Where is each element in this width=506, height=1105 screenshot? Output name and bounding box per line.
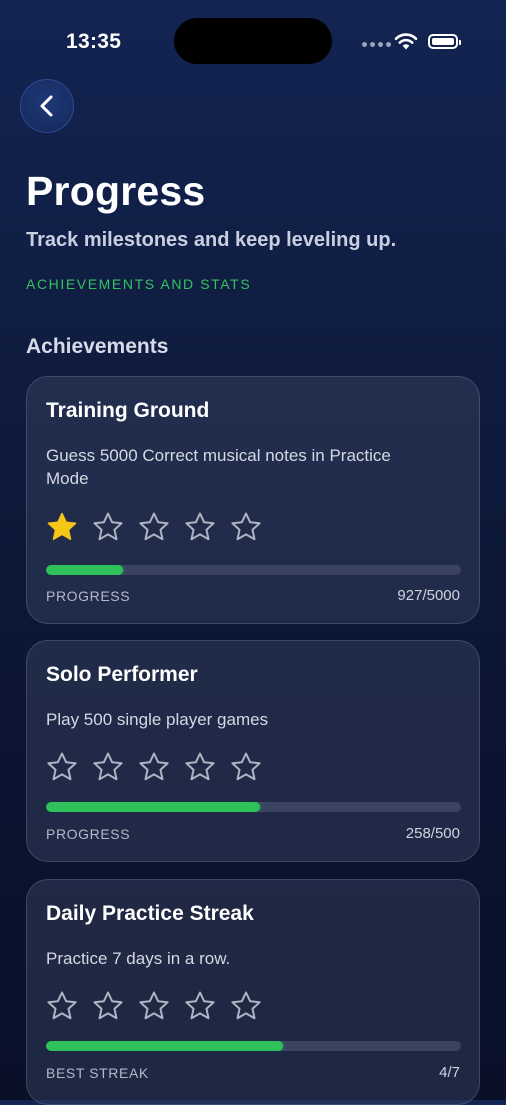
cellular-signal-icon xyxy=(362,42,391,47)
progress-label: BEST STREAK xyxy=(46,1065,149,1081)
status-time: 13:35 xyxy=(66,30,122,53)
progress-label: PROGRESS xyxy=(46,588,131,604)
achievement-title: Training Ground xyxy=(46,399,210,422)
progress-label: PROGRESS xyxy=(46,826,131,842)
star-outline-icon xyxy=(139,991,169,1020)
star-rating xyxy=(46,751,262,783)
achievement-description: Play 500 single player games xyxy=(46,710,269,729)
star-outline-icon xyxy=(231,991,261,1020)
achievements-heading: Achievements xyxy=(26,335,169,358)
progress-bar xyxy=(46,565,461,575)
star-outline-icon xyxy=(93,512,123,541)
star-filled-icon xyxy=(47,512,77,540)
star-rating xyxy=(46,511,262,543)
achievement-description: Guess 5000 Correct musical notes in Prac… xyxy=(46,446,391,488)
achievement-title: Daily Practice Streak xyxy=(46,902,254,925)
page-subtitle: Track milestones and keep leveling up. xyxy=(26,229,397,251)
achievement-card-daily-practice-streak[interactable]: Daily Practice Streak Practice 7 days in… xyxy=(26,879,480,1105)
achievement-card-solo-performer[interactable]: Solo Performer Play 500 single player ga… xyxy=(26,640,480,862)
star-outline-icon xyxy=(47,991,77,1020)
star-outline-icon xyxy=(185,752,215,781)
progress-value: 927/5000 xyxy=(397,587,460,604)
progress-bar xyxy=(46,802,461,812)
page-title: Progress xyxy=(26,168,206,214)
dynamic-island xyxy=(174,18,332,64)
star-rating xyxy=(46,990,262,1022)
section-tag: ACHIEVEMENTS AND STATS xyxy=(26,276,252,292)
star-outline-icon xyxy=(139,512,169,541)
achievement-title: Solo Performer xyxy=(46,663,198,686)
progress-value: 258/500 xyxy=(405,825,460,842)
progress-bar-fill xyxy=(46,565,123,575)
star-outline-icon xyxy=(231,512,261,541)
achievement-description: Practice 7 days in a row. xyxy=(46,949,231,968)
star-outline-icon xyxy=(93,991,123,1020)
progress-bar-fill xyxy=(46,1041,283,1051)
back-button[interactable] xyxy=(20,79,74,133)
battery-icon xyxy=(428,34,461,49)
chevron-left-icon xyxy=(40,95,53,117)
star-outline-icon xyxy=(139,752,169,781)
progress-bar-fill xyxy=(46,802,261,812)
star-outline-icon xyxy=(185,512,215,541)
star-outline-icon xyxy=(47,752,77,781)
star-outline-icon xyxy=(231,752,261,781)
star-outline-icon xyxy=(185,991,215,1020)
progress-bar xyxy=(46,1041,461,1051)
achievement-card-training-ground[interactable]: Training Ground Guess 5000 Correct music… xyxy=(26,376,480,624)
progress-value: 4/7 xyxy=(439,1064,460,1081)
wifi-icon xyxy=(394,33,418,50)
status-bar: 13:35 xyxy=(0,0,506,80)
star-outline-icon xyxy=(93,752,123,781)
